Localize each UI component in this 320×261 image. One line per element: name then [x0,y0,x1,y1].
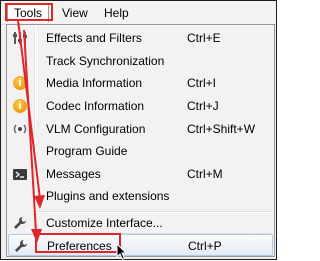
menu-item-label: Plugins and extensions [46,189,170,203]
menu-item-shortcut: Ctrl+I [187,76,217,90]
menu-item-label: Preferences [47,239,112,253]
menu-item-label: Effects and Filters [46,31,142,45]
menu-help[interactable]: Help [101,5,132,22]
menu-item-shortcut: Ctrl+Shift+W [187,122,256,136]
menu-item-shortcut: Ctrl+P [188,239,222,253]
menu-item-shortcut: Ctrl+M [187,167,223,181]
menu-view[interactable]: View [59,5,91,22]
menu-item-vlm-configuration[interactable]: VLM Configuration Ctrl+Shift+W [8,118,273,140]
info-icon: i [12,98,28,114]
wrench-icon [12,215,28,231]
menu-item-customize-interface[interactable]: Customize Interface... [8,212,273,234]
menubar: Tools View Help [1,1,276,25]
menu-item-label: Media Information [46,76,143,90]
menu-item-preferences[interactable]: Preferences Ctrl+P [8,234,273,256]
menu-item-media-information[interactable]: i Media Information Ctrl+I [8,72,273,94]
tools-dropdown-menu: Effects and Filters Ctrl+E Track Synchro… [6,24,275,257]
sliders-icon [12,30,28,46]
menu-item-track-synchronization[interactable]: Track Synchronization [8,50,273,72]
mouse-cursor-icon [116,243,128,261]
broadcast-icon [12,121,28,137]
menu-item-label: Codec Information [46,99,145,113]
info-icon: i [12,75,28,91]
menu-item-effects-and-filters[interactable]: Effects and Filters Ctrl+E [8,27,273,49]
menu-item-label: Customize Interface... [46,216,163,230]
wrench-icon [13,238,29,254]
menu-item-label: Program Guide [46,144,128,158]
menu-item-messages[interactable]: Messages Ctrl+M [8,163,273,185]
menu-item-label: VLM Configuration [46,122,146,136]
menu-item-shortcut: Ctrl+E [187,31,221,45]
menu-item-label: Messages [46,167,101,181]
menu-item-plugins-and-extensions[interactable]: Plugins and extensions [8,185,273,207]
menu-tools[interactable]: Tools [7,4,49,22]
menu-item-shortcut: Ctrl+J [187,99,219,113]
menu-item-codec-information[interactable]: i Codec Information Ctrl+J [8,95,273,117]
menu-item-label: Track Synchronization [46,54,165,68]
menu-item-program-guide[interactable]: Program Guide [8,140,273,162]
terminal-icon [12,166,28,182]
